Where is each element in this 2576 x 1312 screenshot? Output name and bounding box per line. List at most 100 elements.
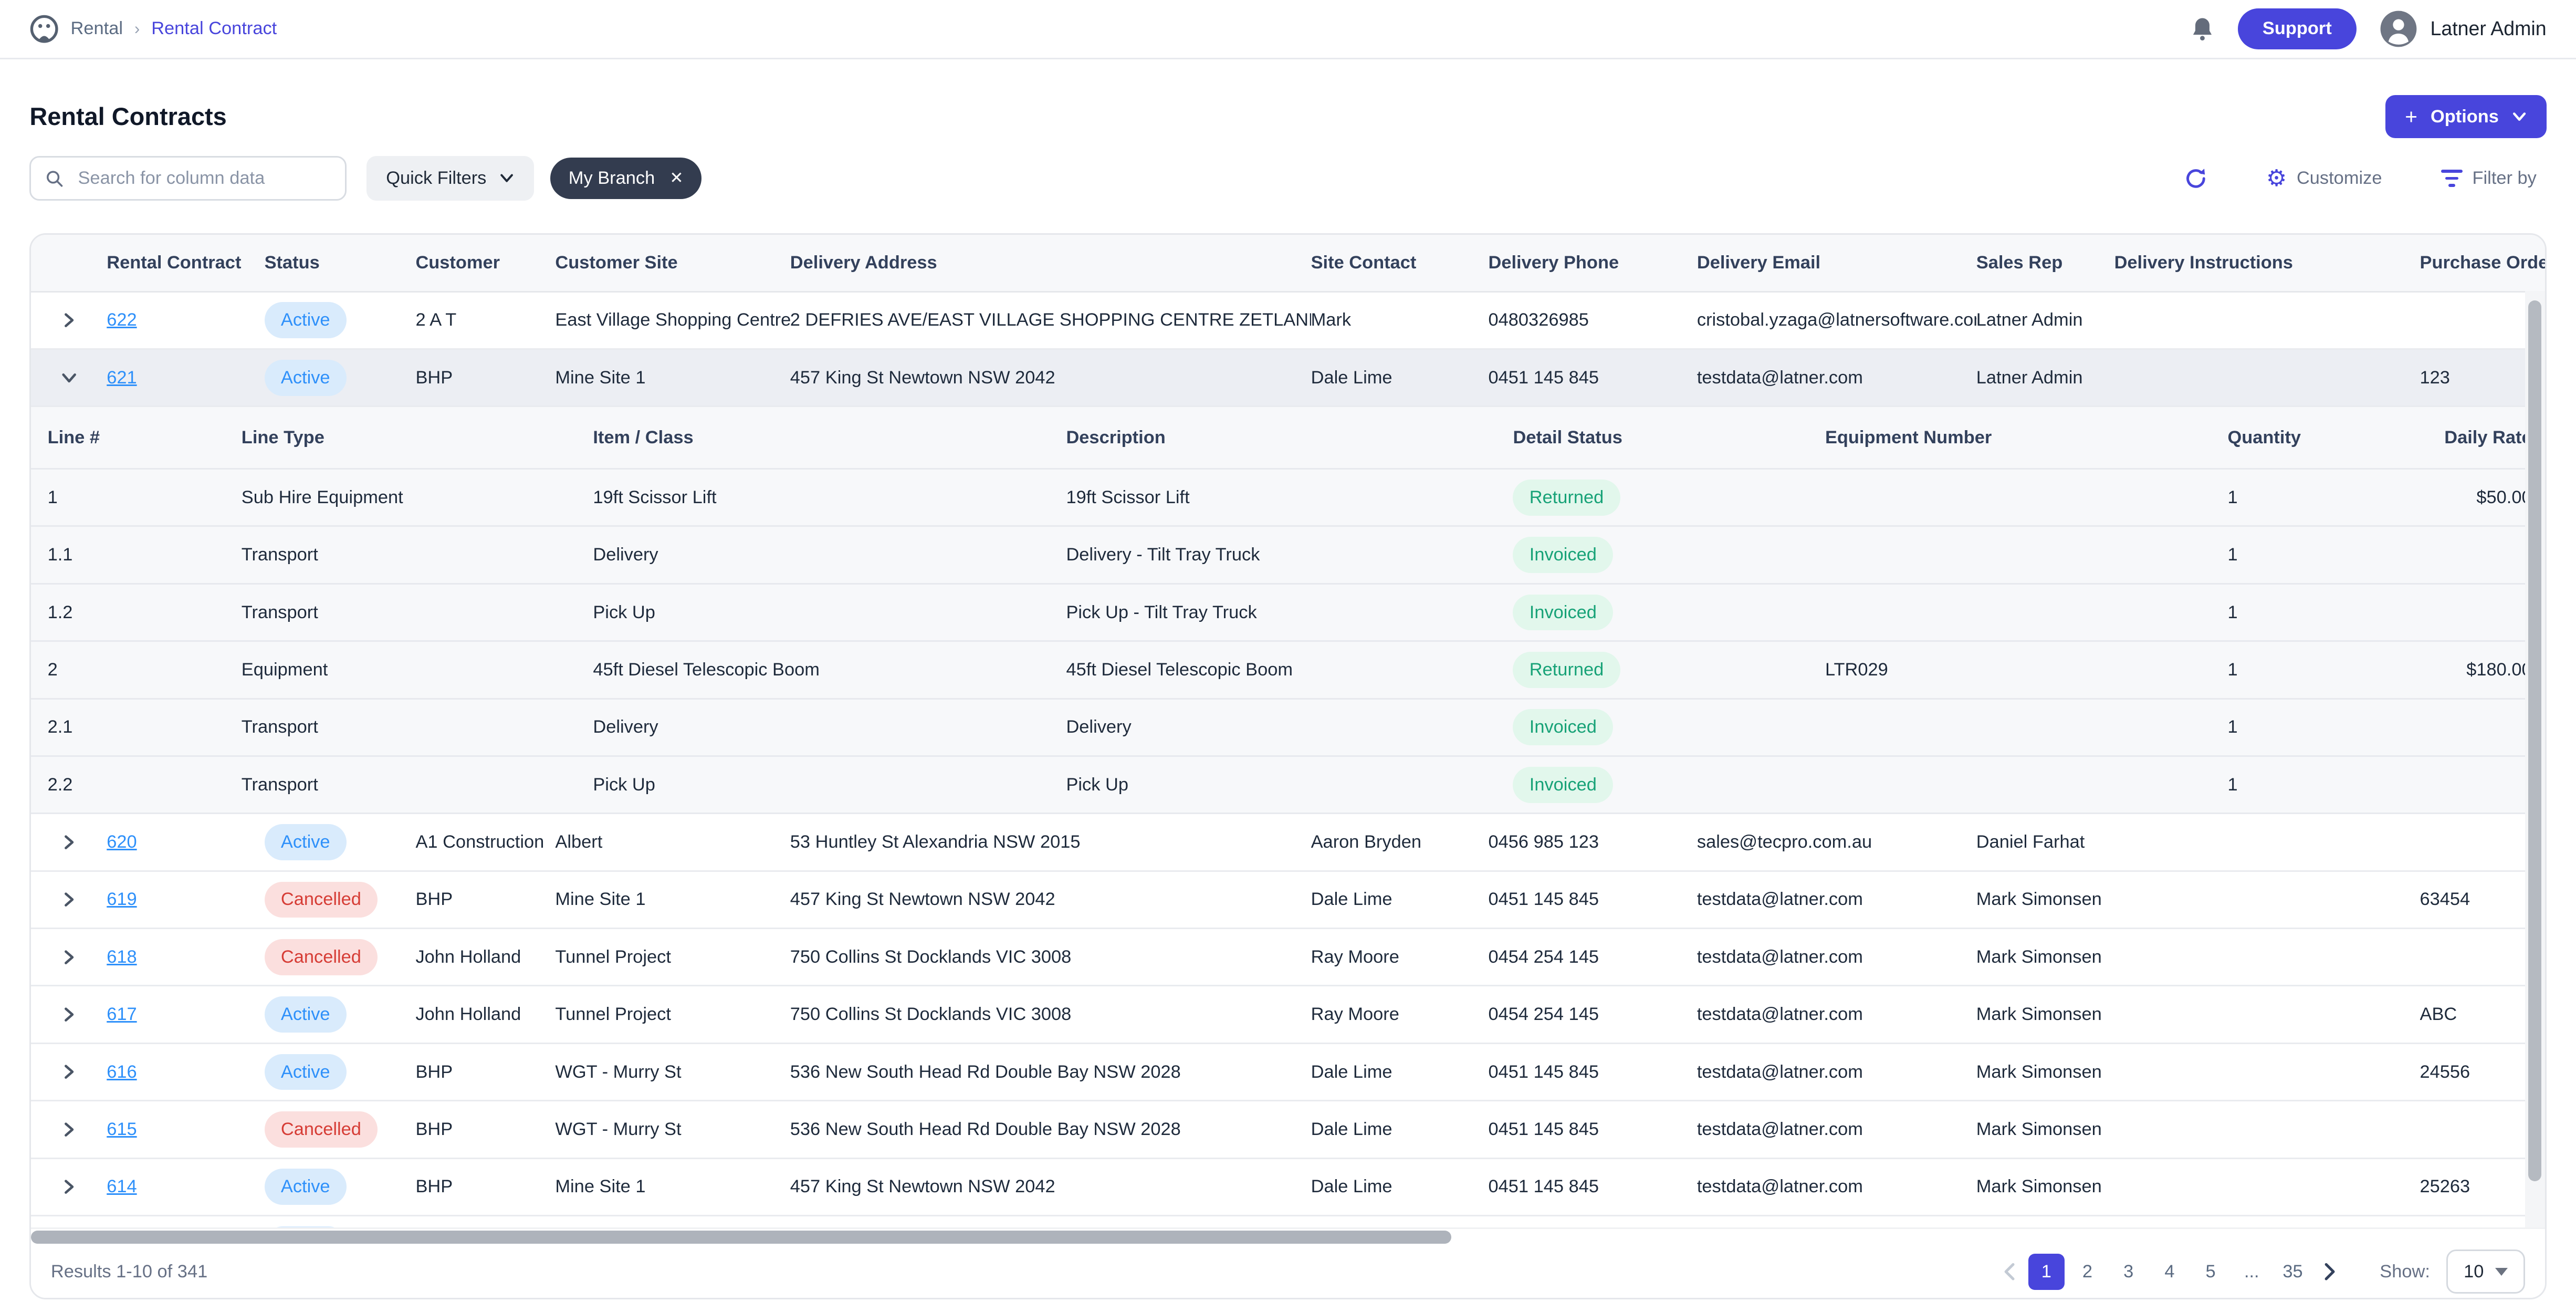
page-button[interactable]: 1	[2028, 1254, 2065, 1290]
caret-down-icon	[2495, 1268, 2508, 1276]
detail-item-class: 19ft Scissor Lift	[593, 487, 1066, 508]
page-button[interactable]: 2	[2069, 1254, 2106, 1290]
column-header[interactable]: Customer Site	[555, 253, 790, 273]
column-header[interactable]: Customer	[415, 253, 555, 273]
sales-rep-cell: Mark Simonsen	[1976, 1176, 2114, 1197]
support-button[interactable]: Support	[2238, 8, 2357, 49]
breadcrumb-rental-contract[interactable]: Rental Contract	[151, 18, 277, 39]
remove-filter-icon[interactable]: ✕	[669, 169, 683, 188]
customer-cell: BHP	[415, 1062, 555, 1082]
avatar	[2380, 10, 2417, 48]
my-branch-filter-chip[interactable]: My Branch ✕	[550, 158, 701, 199]
delivery-email-cell: testdata@latner.com	[1697, 889, 1976, 910]
column-header[interactable]: Delivery Instructions	[2114, 253, 2420, 273]
table-row[interactable]: 619CancelledBHPMine Site 1457 King St Ne…	[31, 872, 2544, 929]
table-row[interactable]: 622Active2 A TEast Village Shopping Cent…	[31, 293, 2544, 350]
row-expander[interactable]	[31, 312, 107, 328]
contract-number-cell: 619	[107, 889, 264, 910]
notifications-bell-icon[interactable]	[2190, 16, 2215, 42]
table-row[interactable]: 621ActiveBHPMine Site 1457 King St Newto…	[31, 350, 2544, 407]
contract-number-link[interactable]: 622	[107, 310, 137, 330]
prev-page-button[interactable]	[1995, 1263, 2023, 1280]
table-row[interactable]: 617ActiveJohn HollandTunnel Project750 C…	[31, 986, 2544, 1044]
table-row[interactable]: 618CancelledJohn HollandTunnel Project75…	[31, 929, 2544, 986]
delivery-phone-cell: 0454 254 145	[1489, 947, 1697, 967]
table-row[interactable]: 614ActiveBHPMine Site 1457 King St Newto…	[31, 1159, 2544, 1216]
horizontal-scrollbar[interactable]	[31, 1227, 2544, 1245]
quick-filters-button[interactable]: Quick Filters	[366, 156, 534, 200]
filter-by-button[interactable]: Filter by	[2431, 166, 2546, 190]
contract-number-link[interactable]: 618	[107, 947, 137, 967]
column-header[interactable]: Purchase Order	[2420, 253, 2545, 273]
vertical-scrollbar[interactable]	[2525, 291, 2545, 1227]
status-badge: Active	[265, 996, 347, 1033]
column-header[interactable]: Delivery Email	[1697, 253, 1976, 273]
column-header[interactable]: Site Contact	[1311, 253, 1489, 273]
breadcrumb-rental[interactable]: Rental	[71, 18, 123, 39]
detail-header-row: Line #Line TypeItem / ClassDescriptionDe…	[31, 407, 2544, 470]
search-input[interactable]	[75, 166, 330, 190]
column-header[interactable]: Rental Contract	[107, 253, 264, 273]
status-badge: Cancelled	[265, 939, 378, 975]
page-button[interactable]: 35	[2275, 1254, 2311, 1290]
user-menu[interactable]: Latner Admin	[2380, 10, 2547, 48]
contract-number-link[interactable]: 617	[107, 1004, 137, 1024]
options-button[interactable]: + Options	[2385, 95, 2547, 138]
customer-cell: BHP	[415, 1176, 555, 1197]
column-header[interactable]: Delivery Phone	[1489, 253, 1697, 273]
table-row[interactable]: 616ActiveBHPWGT - Murry St536 New South …	[31, 1044, 2544, 1101]
customer-cell: 2 A T	[415, 310, 555, 330]
table-row[interactable]: 615CancelledBHPWGT - Murry St536 New Sou…	[31, 1101, 2544, 1159]
delivery-address-cell: 457 King St Newtown NSW 2042	[790, 368, 1311, 388]
row-expander[interactable]	[31, 370, 107, 386]
delivery-phone-cell: 0451 145 845	[1489, 889, 1697, 910]
row-expander[interactable]	[31, 834, 107, 850]
status-cell: Cancelled	[265, 1111, 416, 1148]
contract-number-link[interactable]: 614	[107, 1176, 137, 1196]
delivery-phone-cell: 0451 145 845	[1489, 1119, 1697, 1140]
status-cell: Active	[265, 302, 416, 338]
page-button[interactable]: 3	[2110, 1254, 2146, 1290]
detail-item-class: Delivery	[593, 717, 1066, 737]
column-header[interactable]: Sales Rep	[1976, 253, 2114, 273]
chevron-right-icon	[61, 891, 77, 908]
sales-rep-cell: Daniel Farhat	[1976, 832, 2114, 852]
vertical-scrollbar-thumb[interactable]	[2528, 300, 2541, 1181]
page-button[interactable]: 4	[2151, 1254, 2187, 1290]
row-expander[interactable]	[31, 1121, 107, 1138]
contract-number-link[interactable]: 616	[107, 1062, 137, 1082]
customer-cell: BHP	[415, 889, 555, 910]
detail-quantity: 1	[2228, 717, 2401, 737]
row-expander[interactable]	[31, 949, 107, 965]
contract-number-link[interactable]: 619	[107, 889, 137, 909]
detail-line-type: Transport	[242, 602, 593, 623]
contract-number-link[interactable]: 620	[107, 832, 137, 852]
page-button[interactable]: 5	[2193, 1254, 2229, 1290]
delivery-address-cell: 53 Huntley St Alexandria NSW 2015	[790, 832, 1311, 852]
customer-site-cell: Tunnel Project	[555, 1004, 790, 1025]
row-expander[interactable]	[31, 1179, 107, 1195]
page-size-select[interactable]: 10	[2446, 1249, 2525, 1294]
delivery-address-cell: 457 King St Newtown NSW 2042	[790, 1176, 1311, 1197]
horizontal-scrollbar-thumb[interactable]	[31, 1231, 1451, 1244]
status-cell: Active	[265, 360, 416, 396]
row-expander[interactable]	[31, 1006, 107, 1023]
detail-status-badge: Returned	[1513, 652, 1620, 688]
detail-column-header: Item / Class	[593, 428, 1066, 448]
refresh-button[interactable]	[2174, 165, 2217, 191]
delivery-address-cell: 536 New South Head Rd Double Bay NSW 202…	[790, 1062, 1311, 1082]
contract-number-link[interactable]: 621	[107, 368, 137, 388]
column-header[interactable]: Status	[265, 253, 416, 273]
row-expander[interactable]	[31, 1064, 107, 1080]
delivery-phone-cell: 0451 145 845	[1489, 1062, 1697, 1082]
contract-number-link[interactable]: 615	[107, 1119, 137, 1139]
column-header[interactable]: Delivery Address	[790, 253, 1311, 273]
detail-line-number: 2.2	[31, 775, 241, 795]
table-row[interactable]: 613ActiveBHPBHP_MainPitt Street/423 Haym…	[31, 1216, 2544, 1227]
customize-button[interactable]: ⚙ Customize	[2256, 165, 2392, 191]
detail-equipment-number: LTR029	[1825, 660, 2228, 680]
row-expander[interactable]	[31, 891, 107, 908]
next-page-button[interactable]	[2316, 1263, 2343, 1280]
detail-status-badge: Invoiced	[1513, 595, 1613, 631]
table-row[interactable]: 620ActiveA1 ConstructionAlbert53 Huntley…	[31, 814, 2544, 871]
